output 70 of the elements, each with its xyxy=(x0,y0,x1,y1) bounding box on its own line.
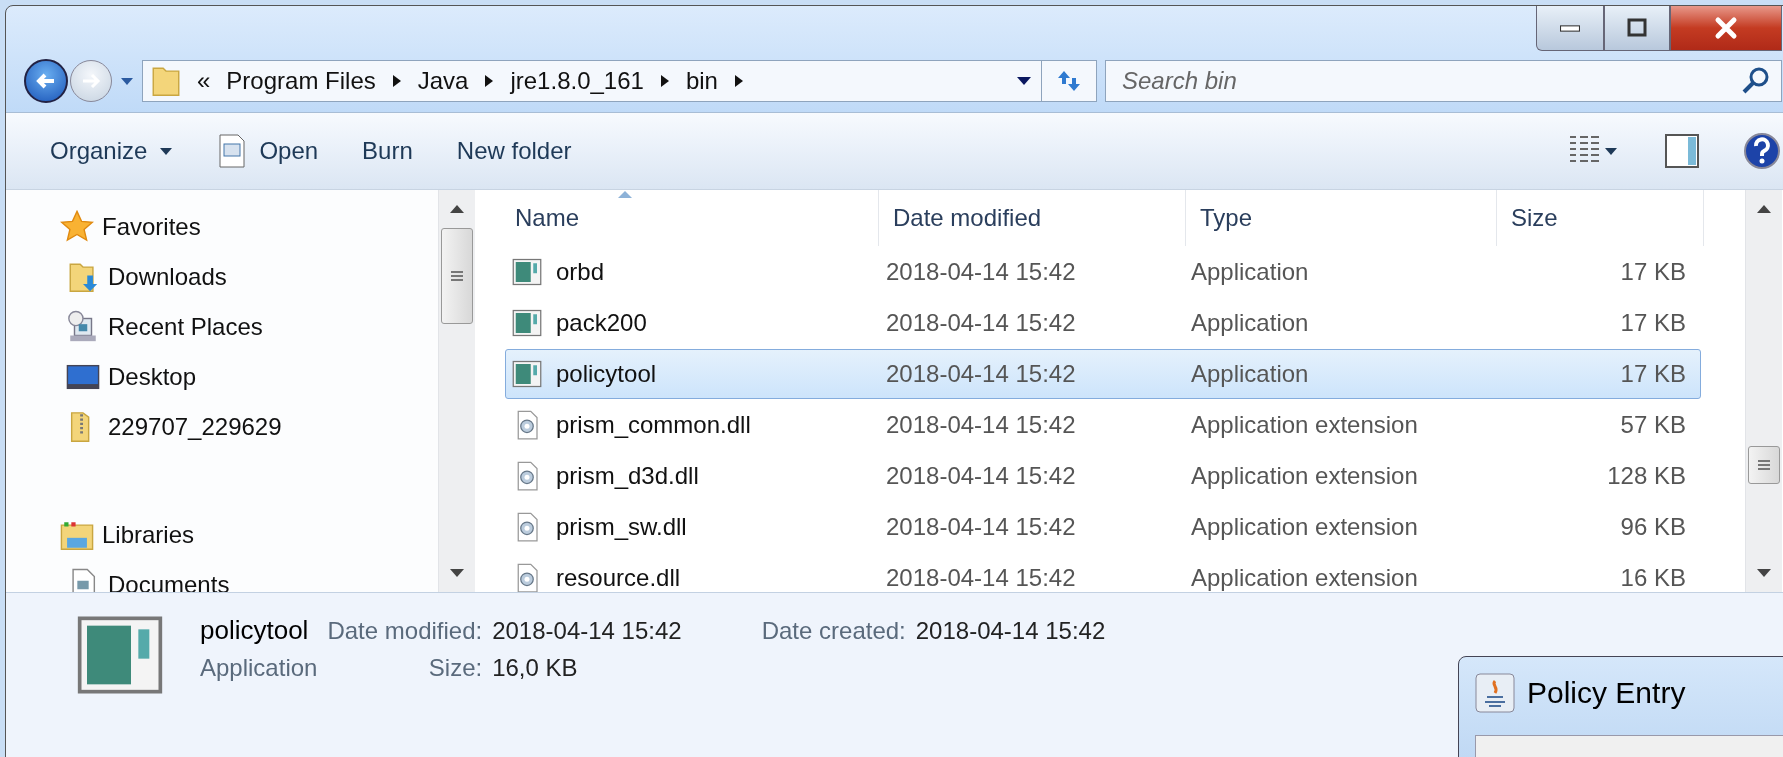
nav-item[interactable]: Recent Places xyxy=(6,302,438,352)
scrollbar[interactable] xyxy=(438,190,475,592)
scroll-thumb[interactable] xyxy=(1748,446,1780,484)
chevron-right-icon[interactable] xyxy=(391,74,402,88)
search-icon xyxy=(1741,66,1771,96)
overflow-chevron[interactable]: « xyxy=(197,67,211,95)
open-button[interactable]: Open xyxy=(205,128,331,174)
breadcrumb[interactable]: Java xyxy=(415,67,471,95)
grip-icon xyxy=(449,268,465,284)
chevron-right-icon[interactable] xyxy=(733,74,744,88)
column-header[interactable]: Name xyxy=(475,190,879,246)
file-row[interactable]: resource.dll 2018-04-14 15:42 Application extension 16 KB xyxy=(505,553,1701,592)
nav-item[interactable]: Downloads xyxy=(6,252,438,302)
breadcrumb[interactable]: Program Files xyxy=(224,67,378,95)
file-row[interactable]: pack200 2018-04-14 15:42 Application 17 KB xyxy=(505,298,1701,348)
scroll-up-icon[interactable] xyxy=(1756,204,1772,214)
application-icon xyxy=(512,308,542,338)
dropdown-icon[interactable] xyxy=(1017,76,1031,86)
scroll-up-icon[interactable] xyxy=(449,204,465,214)
search-box[interactable]: Search bin xyxy=(1105,60,1782,102)
column-header[interactable]: Type xyxy=(1186,190,1497,246)
nav-group[interactable]: Favorites xyxy=(6,202,438,252)
file-type: Application xyxy=(200,654,318,682)
breadcrumb[interactable]: bin xyxy=(683,67,720,95)
address-bar[interactable]: « Program Files Java jre1.8.0_161 bin xyxy=(142,60,1097,102)
star-icon xyxy=(60,210,94,244)
back-button[interactable] xyxy=(24,59,68,103)
minimize-button[interactable] xyxy=(1536,6,1604,51)
close-icon xyxy=(1713,15,1739,41)
column-header[interactable]: Size xyxy=(1497,190,1704,246)
file-row[interactable]: prism_sw.dll 2018-04-14 15:42 Application extension 96 KB xyxy=(505,502,1701,552)
nav-item[interactable]: 229707_229629 xyxy=(6,402,438,452)
field-label: Date modified: xyxy=(327,617,483,645)
chevron-right-icon[interactable] xyxy=(659,74,670,88)
field-value: 2018-04-14 15:42 xyxy=(492,617,682,645)
minimize-icon xyxy=(1560,24,1580,32)
file-row[interactable]: prism_d3d.dll 2018-04-14 15:42 Application extension 128 KB xyxy=(505,451,1701,501)
grip-icon xyxy=(1756,457,1772,473)
coffee-cup-icon[interactable] xyxy=(1475,673,1515,713)
scroll-down-icon[interactable] xyxy=(1756,568,1772,578)
scroll-thumb[interactable] xyxy=(441,228,473,324)
scrollbar[interactable] xyxy=(1745,190,1782,592)
field-label: Size: xyxy=(427,654,483,682)
program-icon xyxy=(217,134,248,168)
maximize-button[interactable] xyxy=(1604,6,1670,51)
file-row[interactable]: prism_common.dll 2018-04-14 15:42 Application extension 57 KB xyxy=(505,400,1701,450)
dropdown-icon[interactable] xyxy=(1604,146,1618,156)
file-name: policytool xyxy=(200,615,310,646)
nav-item[interactable]: Desktop xyxy=(6,352,438,402)
window-title: Policy Entry xyxy=(1527,676,1686,710)
chevron-right-icon[interactable] xyxy=(484,74,495,88)
help-icon[interactable] xyxy=(1742,131,1782,171)
nav-group[interactable]: Libraries xyxy=(6,510,438,560)
breadcrumb[interactable]: jre1.8.0_161 xyxy=(508,67,646,95)
dropdown-icon xyxy=(159,146,174,156)
toolbar-button[interactable]: New folder xyxy=(444,131,584,171)
file-row[interactable]: orbd 2018-04-14 15:42 Application 17 KB xyxy=(505,247,1701,297)
field-value: 2018-04-14 15:42 xyxy=(915,617,1106,645)
application-icon xyxy=(512,359,542,389)
column-header[interactable]: Date modified xyxy=(879,190,1186,246)
preview-pane-icon[interactable] xyxy=(1662,131,1702,171)
field-label: Date created: xyxy=(761,617,906,645)
field-value: 16,0 KB xyxy=(492,654,579,682)
toolbar-button[interactable]: Burn xyxy=(350,131,425,171)
scroll-down-icon[interactable] xyxy=(449,568,465,578)
organize-menu[interactable]: Organize xyxy=(38,131,186,171)
search-field[interactable]: Search bin xyxy=(1120,66,1741,96)
application-icon xyxy=(512,257,542,287)
close-button[interactable] xyxy=(1670,6,1782,51)
file-row[interactable]: policytool 2018-04-14 15:42 Application 17 KB xyxy=(505,349,1701,399)
